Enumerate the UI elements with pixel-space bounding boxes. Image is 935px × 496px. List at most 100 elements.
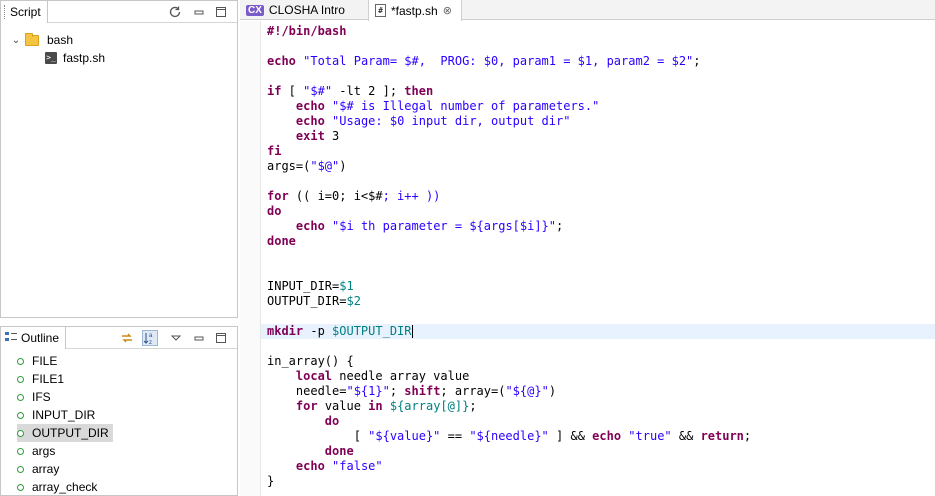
code-line[interactable]: echo "$i th parameter = ${args[$i]}"; — [267, 219, 935, 234]
code-line[interactable]: if [ "$#" -lt 2 ]; then — [267, 84, 935, 99]
code-line[interactable]: done — [267, 234, 935, 249]
tree-item-bash[interactable]: ⌄ bash — [11, 31, 73, 49]
closha-icon: CX — [246, 4, 264, 16]
code-token: OUTPUT_DIR= — [267, 294, 347, 308]
code-token: in — [368, 399, 383, 413]
code-token: echo — [295, 114, 325, 128]
code-line[interactable]: echo "$# is Illegal number of parameters… — [267, 99, 935, 114]
tree-item-label: bash — [47, 33, 74, 47]
code-token: -lt 2 ]; — [332, 84, 405, 98]
code-line[interactable] — [267, 339, 935, 354]
code-token: ${array[@]} — [389, 399, 470, 413]
code-line[interactable] — [267, 249, 935, 264]
code-line[interactable]: do — [267, 414, 935, 429]
code-token: (( i=0; i<$# — [288, 189, 383, 203]
code-line[interactable]: in_array() { — [267, 354, 935, 369]
code-line[interactable]: echo "Usage: $0 input dir, output dir" — [267, 114, 935, 129]
code-token: echo — [267, 54, 296, 68]
variable-icon — [17, 483, 24, 491]
outline-item-output-dir[interactable]: OUTPUT_DIR — [17, 424, 113, 442]
outline-item-label: array_check — [32, 480, 98, 494]
maximize-icon[interactable] — [213, 4, 229, 20]
code-line[interactable]: needle="${1}"; shift; array=("${@}") — [267, 384, 935, 399]
code-token: ; — [469, 399, 477, 413]
link-with-editor-icon[interactable] — [119, 330, 135, 346]
code-line[interactable]: echo "Total Param= $#, PROG: $0, param1 … — [267, 54, 935, 69]
code-line[interactable] — [267, 69, 935, 84]
code-line[interactable]: exit 3 — [267, 129, 935, 144]
code-token: "${value}" — [368, 429, 441, 443]
chevron-down-icon[interactable]: ⌄ — [11, 35, 21, 46]
code-token: do — [267, 204, 282, 218]
maximize-icon[interactable] — [213, 330, 229, 346]
tree-item-label: fastp.sh — [63, 51, 106, 65]
code-line[interactable]: args=("$@") — [267, 159, 935, 174]
code-token: [ — [267, 429, 369, 443]
tree-item-fastp[interactable]: >_ fastp.sh — [45, 49, 105, 67]
outline-item-array[interactable]: array — [17, 460, 63, 478]
code-line[interactable]: do — [267, 204, 935, 219]
outline-item-input-dir[interactable]: INPUT_DIR — [17, 406, 99, 424]
outline-item-args[interactable]: args — [17, 442, 59, 460]
variable-icon — [17, 465, 24, 473]
code-line[interactable]: echo "false" — [267, 459, 935, 474]
code-token: "$# is Illegal number of parameters." — [332, 99, 600, 113]
code-line[interactable] — [267, 264, 935, 279]
code-token: "$i th parameter = ${args[$i]}" — [332, 219, 557, 233]
minimize-icon[interactable] — [191, 4, 207, 20]
code-line[interactable]: #!/bin/bash — [267, 24, 935, 39]
script-view-tab[interactable]: Script — [1, 1, 48, 23]
code-line[interactable]: mkdir -p $OUTPUT_DIR — [261, 324, 935, 339]
code-token: shift — [404, 384, 441, 398]
variable-icon — [17, 357, 24, 365]
code-token: needle array value — [332, 369, 470, 383]
code-token: value — [317, 399, 369, 413]
code-token: do — [324, 414, 340, 428]
code-line[interactable] — [267, 309, 935, 324]
variable-icon — [17, 429, 24, 437]
code-line[interactable]: [ "${value}" == "${needle}" ] && echo "t… — [267, 429, 935, 444]
code-line[interactable]: INPUT_DIR=$1 — [267, 279, 935, 294]
outline-item-file[interactable]: FILE — [17, 352, 61, 370]
code-token: "${1}" — [346, 384, 390, 398]
code-line[interactable]: fi — [267, 144, 935, 159]
code-token: "Total Param= $#, PROG: $0, param1 = $1,… — [303, 54, 694, 68]
code-line[interactable]: done — [267, 444, 935, 459]
code-token: ; i++ )) — [382, 189, 441, 203]
code-line[interactable] — [267, 174, 935, 189]
outline-item-array-check[interactable]: array_check — [17, 478, 101, 495]
refresh-icon[interactable] — [167, 4, 183, 20]
code-line[interactable] — [267, 39, 935, 54]
tab-label: CLOSHA Intro — [268, 3, 345, 17]
code-line[interactable]: for value in ${array[@]}; — [267, 399, 935, 414]
outline-item-label: FILE1 — [32, 372, 65, 386]
outline-view-tabbar: Outline az — [1, 327, 237, 349]
code-line[interactable]: OUTPUT_DIR=$2 — [267, 294, 935, 309]
tab-closha-intro[interactable]: CX CLOSHA Intro — [240, 0, 368, 20]
variable-icon — [17, 393, 24, 401]
outline-view-title: Outline — [21, 331, 60, 345]
code-token: ; array=( — [440, 384, 506, 398]
code-token: echo — [592, 429, 622, 443]
minimize-icon[interactable] — [191, 330, 207, 346]
code-token: } — [267, 474, 275, 488]
code-line[interactable]: } — [267, 474, 935, 489]
outline-item-ifs[interactable]: IFS — [17, 388, 55, 406]
close-icon[interactable]: ⊗ — [443, 4, 452, 17]
outline-view-tab[interactable]: Outline — [1, 327, 67, 349]
code-line[interactable]: local needle array value — [267, 369, 935, 384]
tab-fastp-sh[interactable]: # *fastp.sh ⊗ — [368, 0, 462, 21]
sort-az-icon[interactable]: az — [142, 330, 158, 346]
view-menu-icon[interactable] — [168, 330, 184, 346]
outline-item-file1[interactable]: FILE1 — [17, 370, 68, 388]
code-line[interactable]: for (( i=0; i<$#; i++ )) — [267, 189, 935, 204]
